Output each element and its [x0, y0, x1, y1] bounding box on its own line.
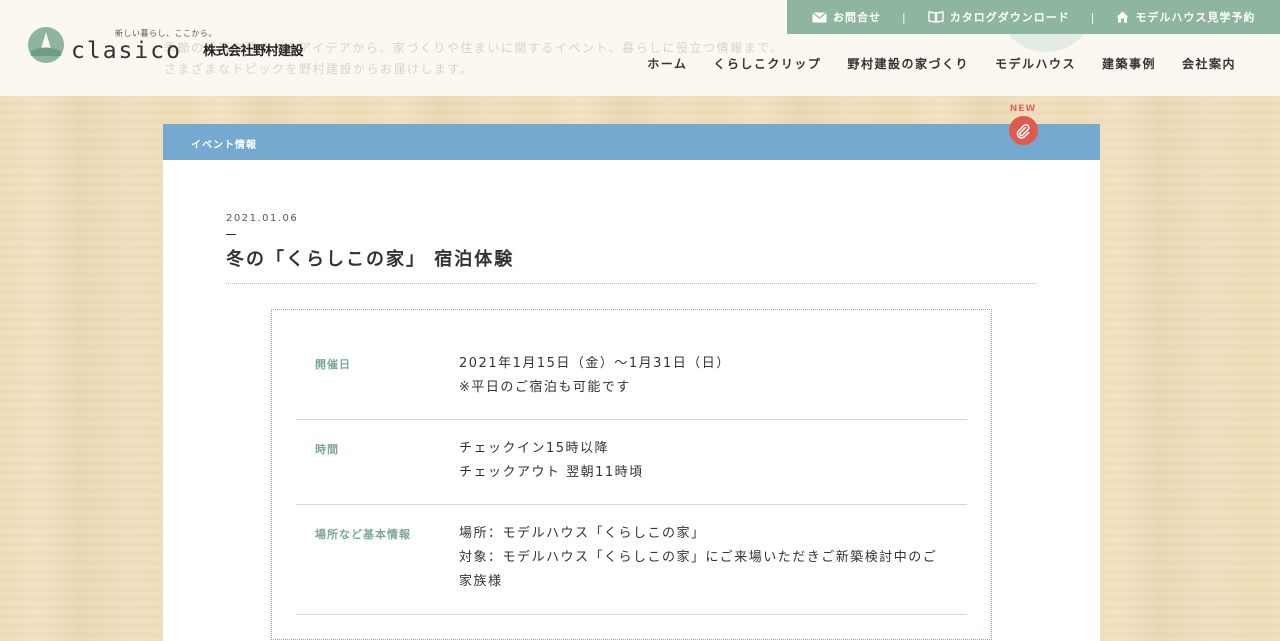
new-badge-label: NEW [1009, 104, 1037, 114]
logo-wordmark: clasico [71, 38, 182, 64]
detail-line: チェックイン15時以降 [459, 441, 610, 456]
utility-separator: | [902, 10, 907, 24]
title-dash [226, 234, 236, 235]
contact-link-label: お問合せ [833, 11, 881, 24]
article-card: イベント情報 NEW 2021.01.06 冬の「くらしこの家」 宿泊体験 開催… [163, 104, 1100, 641]
detail-row-time: 時間 チェックイン15時以降 チェックアウト 翌朝11時頃 [296, 420, 967, 505]
title-divider [226, 283, 1037, 284]
site-logo[interactable]: 新しい暮らし、ここから。 clasico 株式会社野村建設 [27, 26, 304, 70]
detail-line: ※平日のご宿泊も可能です [459, 380, 631, 395]
detail-value: チェックイン15時以降 チェックアウト 翌朝11時頃 [459, 437, 644, 485]
category-label: イベント情報 [191, 140, 257, 151]
catalog-download-link[interactable]: カタログダウンロード [928, 9, 1070, 25]
detail-line: 2021年1月15日（金）〜1月31日（日） [459, 356, 731, 371]
model-house-reservation-label: モデルハウス見学予約 [1135, 11, 1256, 24]
utility-separator: | [1090, 10, 1096, 24]
contact-link[interactable]: お問合せ [812, 9, 881, 25]
book-icon [928, 11, 944, 23]
new-badge[interactable]: NEW [1007, 104, 1039, 145]
utility-bar: お問合せ | カタログダウンロード | モデルハウス見学予約 [787, 0, 1280, 34]
nav-item-house-building[interactable]: 野村建設の家づくり [847, 55, 969, 72]
nav-item-model-house[interactable]: モデルハウス [995, 55, 1076, 72]
nav-item-kurashiko-clip[interactable]: くらしこクリップ [713, 55, 821, 72]
catalog-download-label: カタログダウンロード [949, 11, 1070, 24]
detail-label: 場所など基本情報 [315, 528, 411, 541]
main-nav: ホーム くらしこクリップ 野村建設の家づくり モデルハウス 建築事例 会社案内 [647, 55, 1236, 72]
event-details-box: 開催日 2021年1月15日（金）〜1月31日（日） ※平日のご宿泊も可能です … [271, 309, 992, 640]
house-icon [1116, 11, 1129, 23]
mail-icon [812, 11, 827, 23]
clip-icon [1008, 116, 1038, 145]
detail-line: 場所：モデルハウス「くらしこの家」 [459, 526, 706, 541]
nav-item-home[interactable]: ホーム [647, 55, 687, 72]
logo-company-name: 株式会社野村建設 [203, 44, 304, 59]
nav-item-construction-cases[interactable]: 建築事例 [1102, 55, 1156, 72]
detail-line: 対象：モデルハウス「くらしこの家」にご来場いただきご新築検討中のご [459, 550, 938, 565]
detail-label: 開催日 [315, 358, 351, 371]
detail-value: 場所：モデルハウス「くらしこの家」 対象：モデルハウス「くらしこの家」にご来場い… [459, 522, 937, 594]
detail-label: 時間 [315, 443, 339, 456]
page-title: 冬の「くらしこの家」 宿泊体験 [226, 249, 515, 270]
site-header: 季節の行事や暮らしのアイデアから、家づくりや住まいに関するイベント、暮らしに役立… [0, 0, 1280, 96]
detail-line: 家族様 [459, 574, 503, 589]
post-date: 2021.01.06 [226, 213, 299, 224]
detail-row-location: 場所など基本情報 場所：モデルハウス「くらしこの家」 対象：モデルハウス「くらし… [296, 505, 967, 615]
detail-line: チェックアウト 翌朝11時頃 [459, 465, 644, 480]
detail-row-date: 開催日 2021年1月15日（金）〜1月31日（日） ※平日のご宿泊も可能です [296, 310, 967, 420]
model-house-reservation-link[interactable]: モデルハウス見学予約 [1116, 9, 1255, 25]
detail-value: 2021年1月15日（金）〜1月31日（日） ※平日のご宿泊も可能です [459, 352, 731, 400]
nav-item-company[interactable]: 会社案内 [1182, 55, 1236, 72]
logo-mark-icon [28, 27, 64, 63]
category-bar: イベント情報 [163, 124, 1100, 160]
